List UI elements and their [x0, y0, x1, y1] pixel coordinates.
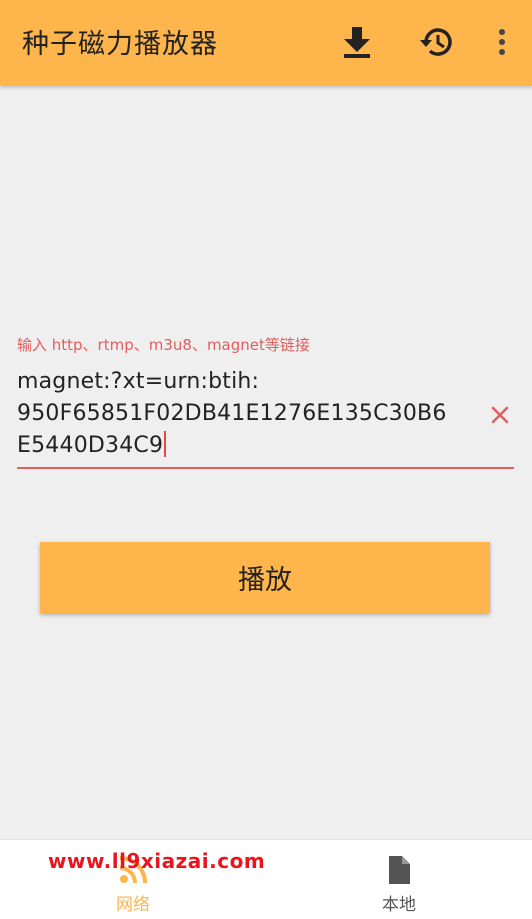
link-input[interactable]: magnet:?xt=urn:btih: 950F65851F02DB41E12… [17, 366, 472, 462]
watermark-text: www.ll9xiazai.com [48, 849, 266, 873]
download-icon [344, 27, 370, 58]
nav-label-network: 网络 [116, 895, 150, 915]
history-icon [420, 28, 452, 56]
nav-label-local: 本地 [382, 895, 416, 915]
input-underline [17, 467, 514, 469]
history-button[interactable] [416, 22, 456, 62]
more-vert-icon [499, 29, 505, 55]
download-button[interactable] [337, 22, 377, 62]
play-button[interactable]: 播放 [40, 542, 490, 613]
input-hint-label: 输入 http、rtmp、m3u8、magnet等链接 [17, 336, 310, 354]
nav-item-local[interactable]: 本地 [266, 840, 532, 919]
app-title: 种子磁力播放器 [22, 29, 218, 60]
close-icon [491, 406, 509, 424]
clear-input-button[interactable] [485, 400, 515, 430]
file-icon [389, 856, 410, 884]
link-input-value: magnet:?xt=urn:btih: 950F65851F02DB41E12… [17, 369, 447, 458]
app-bar: 种子磁力播放器 [0, 0, 532, 86]
text-caret [164, 431, 167, 457]
more-options-button[interactable] [482, 22, 522, 62]
